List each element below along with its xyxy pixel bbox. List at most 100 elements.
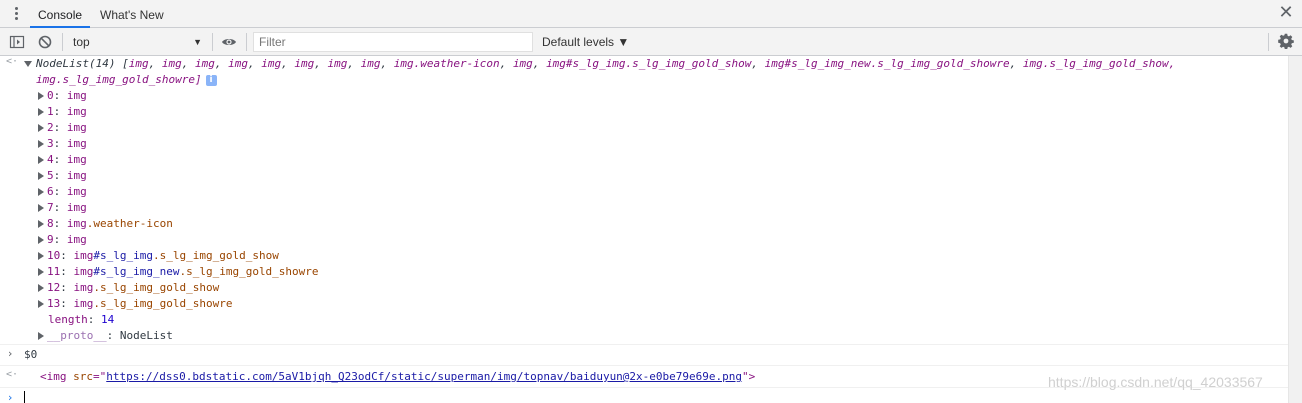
prompt-chevron-icon: › [8, 391, 13, 403]
item-class: .s_lg_img_gold_showre [93, 297, 233, 310]
toolbar-divider [1268, 33, 1269, 51]
result-arrow-icon: <· [6, 56, 19, 67]
context-selector-value: top [73, 35, 90, 49]
expand-triangle-icon[interactable] [38, 284, 44, 292]
expand-triangle-icon[interactable] [38, 124, 44, 132]
img-src-link[interactable]: https://dss0.bdstatic.com/5aV1bjqh_Q23od… [106, 370, 742, 383]
item-tag: img [66, 233, 87, 246]
nodelist-item-row[interactable]: 4: img [0, 152, 1288, 168]
info-icon[interactable]: i [205, 74, 217, 86]
item-class: .weather-icon [86, 217, 173, 230]
item-index: 2 [47, 121, 54, 134]
sidebar-toggle-icon[interactable] [9, 34, 25, 50]
nodelist-item-row[interactable]: 9: img [0, 232, 1288, 248]
header-item: img [327, 57, 348, 70]
nodelist-header-wrap: img.s_lg_img_gold_showre] i [0, 72, 1288, 88]
expand-triangle-icon[interactable] [38, 252, 44, 260]
item-index: 0 [47, 89, 54, 102]
expand-triangle-icon[interactable] [38, 268, 44, 276]
nodelist-header[interactable]: NodeList(14) [img, img, img, img, img, i… [0, 56, 1288, 72]
header-item: img#s_lg_img.s_lg_img_gold_show [546, 57, 752, 70]
expand-triangle-icon[interactable] [38, 220, 44, 228]
proto-row[interactable]: __proto__: NodeList [0, 328, 1288, 344]
nodelist-item-row[interactable]: 11: img#s_lg_img_new.s_lg_img_gold_showr… [0, 264, 1288, 280]
console-toolbar: top ▼ Default levels ▼ [0, 28, 1302, 56]
item-index: 4 [47, 153, 54, 166]
expand-triangle-icon[interactable] [38, 236, 44, 244]
header-item: img [512, 57, 533, 70]
item-index: 1 [47, 105, 54, 118]
header-item: img.s_lg_img_gold_show, [1022, 57, 1176, 70]
item-index: 6 [47, 185, 54, 198]
nodelist-item-row[interactable]: 7: img [0, 200, 1288, 216]
header-item: img [261, 57, 282, 70]
nodelist-message: <· NodeList(14) [img, img, img, img, img… [0, 56, 1288, 345]
text-caret [24, 391, 25, 403]
attr-name: src [73, 370, 93, 383]
header-item: img.weather-icon [393, 57, 500, 70]
nodelist-item-row[interactable]: 1: img [0, 104, 1288, 120]
nodelist-item-row[interactable]: 2: img [0, 120, 1288, 136]
watermark: https://blog.csdn.net/qq_42033567 [1048, 374, 1263, 390]
toolbar-divider [246, 33, 247, 51]
more-menu-icon[interactable] [10, 6, 22, 22]
eye-icon[interactable] [221, 34, 237, 50]
nodelist-item-row[interactable]: 13: img.s_lg_img_gold_showre [0, 296, 1288, 312]
expand-triangle-icon[interactable] [38, 172, 44, 180]
console-output: <· NodeList(14) [img, img, img, img, img… [0, 56, 1288, 403]
console-prompt[interactable]: › [0, 388, 1288, 403]
nodelist-item-row[interactable]: 12: img.s_lg_img_gold_show [0, 280, 1288, 296]
expand-triangle-icon[interactable] [38, 140, 44, 148]
nodelist-item-row[interactable]: 6: img [0, 184, 1288, 200]
item-index: 3 [47, 137, 54, 150]
expand-triangle-icon[interactable] [38, 92, 44, 100]
header-item: img [194, 57, 215, 70]
item-index: 8 [47, 217, 54, 230]
expand-triangle-icon[interactable] [38, 188, 44, 196]
item-index: 5 [47, 169, 54, 182]
tab-console[interactable]: Console [30, 0, 91, 28]
item-tag: img [66, 217, 87, 230]
input-message: › $0 [0, 345, 1288, 366]
context-dropdown-arrow-icon: ▼ [193, 37, 202, 47]
header-last-items: img.s_lg_img_gold_showre] [36, 73, 202, 86]
header-item: img [294, 57, 315, 70]
item-index: 12 [47, 281, 61, 294]
expand-triangle-icon[interactable] [38, 156, 44, 164]
nodelist-item-row[interactable]: 3: img [0, 136, 1288, 152]
expand-triangle-icon[interactable] [38, 332, 44, 340]
context-selector[interactable]: top ▼ [66, 32, 206, 52]
item-index: 11 [47, 265, 61, 278]
nodelist-item-row[interactable]: 5: img [0, 168, 1288, 184]
console-scrollbar[interactable] [1288, 56, 1302, 403]
item-tag: img [66, 185, 87, 198]
item-id: #s_lg_img [93, 249, 153, 262]
clear-console-icon[interactable] [37, 34, 53, 50]
tab-whats-new[interactable]: What's New [92, 0, 172, 28]
item-tag: img [66, 105, 87, 118]
item-index: 13 [47, 297, 61, 310]
expand-triangle-icon[interactable] [38, 300, 44, 308]
proto-value: NodeList [119, 329, 173, 342]
nodelist-item-row[interactable]: 10: img#s_lg_img.s_lg_img_gold_show [0, 248, 1288, 264]
item-tag: img [66, 121, 87, 134]
item-tag: img [73, 249, 94, 262]
item-index: 10 [47, 249, 61, 262]
nodelist-header-prefix: NodeList(14) [ [36, 57, 129, 70]
gear-icon[interactable] [1278, 33, 1294, 49]
expand-triangle-icon[interactable] [24, 61, 32, 67]
attr-eq: =" [93, 370, 107, 383]
nodelist-item-row[interactable]: 0: img [0, 88, 1288, 104]
expand-triangle-icon[interactable] [38, 204, 44, 212]
header-item: img [228, 57, 248, 70]
item-class: .s_lg_img_gold_show [93, 281, 220, 294]
item-class: .s_lg_img_gold_show [152, 249, 279, 262]
close-drawer-icon[interactable]: ✕ [1278, 4, 1294, 22]
item-tag: img [73, 297, 94, 310]
nodelist-item-row[interactable]: 8: img.weather-icon [0, 216, 1288, 232]
item-tag: img [73, 281, 94, 294]
filter-input[interactable] [253, 32, 533, 52]
length-row: length: 14 [48, 313, 115, 326]
log-levels-dropdown[interactable]: Default levels ▼ [542, 32, 629, 52]
expand-triangle-icon[interactable] [38, 108, 44, 116]
